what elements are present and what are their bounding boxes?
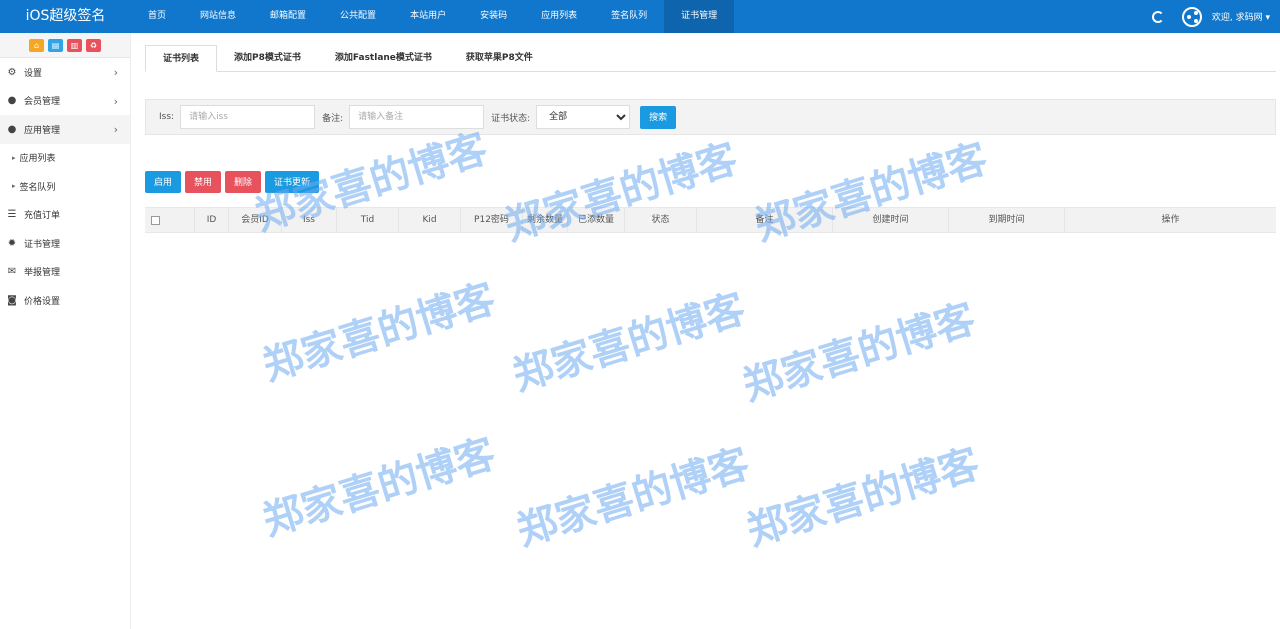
note-label: 备注: bbox=[322, 113, 344, 124]
table-header-cell: ID bbox=[195, 208, 229, 232]
note-input[interactable] bbox=[349, 105, 485, 129]
top-nav-item[interactable]: 签名队列 bbox=[594, 0, 664, 33]
enable-button[interactable]: 启用 bbox=[145, 171, 182, 193]
select-all-checkbox[interactable] bbox=[151, 216, 160, 225]
tab[interactable]: 获取苹果P8文件 bbox=[449, 45, 550, 71]
sidebar-item[interactable]: ⚙ 设置 › bbox=[0, 58, 130, 87]
top-nav-item[interactable]: 网站信息 bbox=[183, 0, 253, 33]
sidebar-item[interactable]: ✹ 证书管理 bbox=[0, 229, 130, 258]
table-header-cell: 创建时间 bbox=[833, 208, 949, 232]
file-icon[interactable]: ▤ bbox=[48, 38, 63, 52]
tab[interactable]: 添加Fastlane模式证书 bbox=[318, 45, 449, 71]
sidebar-item-label: 设置 bbox=[24, 68, 43, 79]
sidebar-item-label: 应用列表 bbox=[19, 154, 56, 165]
sidebar-item-label: 签名队列 bbox=[19, 182, 56, 193]
sidebar-item[interactable]: ☰ 充值订单 bbox=[0, 201, 130, 230]
table-header-cell: Tid bbox=[337, 208, 399, 232]
share-icon[interactable] bbox=[1181, 6, 1202, 27]
sidebar-item[interactable]: ● 应用管理 › bbox=[0, 115, 130, 144]
top-nav-item[interactable]: 应用列表 bbox=[524, 0, 594, 33]
tab[interactable]: 证书列表 bbox=[145, 45, 218, 72]
quick-buttons: ⌂ ▤ ▥ ♻ bbox=[0, 33, 130, 58]
watermark-text: 郑家喜的博客 bbox=[257, 275, 501, 390]
sidebar-item-label: 证书管理 bbox=[24, 239, 61, 250]
caret-right-icon: ▸ bbox=[12, 182, 16, 191]
tab[interactable]: 添加P8模式证书 bbox=[217, 45, 318, 71]
iss-input[interactable] bbox=[180, 105, 316, 129]
apple-icon: ● bbox=[7, 123, 17, 135]
sidebar-item[interactable]: ✉ 举报管理 bbox=[0, 258, 130, 287]
top-nav-item[interactable]: 公共配置 bbox=[323, 0, 393, 33]
status-label: 证书状态: bbox=[491, 113, 531, 124]
recycle-icon[interactable]: ♻ bbox=[86, 38, 101, 52]
chevron-right-icon: › bbox=[113, 123, 118, 136]
sidebar-item-label: 举报管理 bbox=[24, 268, 61, 279]
sidebar: ⌂ ▤ ▥ ♻ ⚙ 设置 › ● 会员管理 › ● 应用管理 › ▸ 应用列表 ▸ 签名队列 ☰ 充值订单 ✹ 证书管… bbox=[0, 33, 131, 629]
table-header-cell: 会员ID bbox=[229, 208, 282, 232]
table-header-cell: 备注 bbox=[697, 208, 833, 232]
trash-icon[interactable]: ▥ bbox=[67, 38, 82, 52]
search-panel: Iss: 备注: 证书状态: 全部 搜索 bbox=[145, 99, 1276, 135]
refresh-icon[interactable] bbox=[1151, 10, 1164, 23]
table-header-cell: 剩余数量 bbox=[523, 208, 568, 232]
caret-right-icon: ▸ bbox=[12, 153, 16, 162]
sidebar-item-label: 充值订单 bbox=[24, 211, 61, 222]
watermark-text: 郑家喜的博客 bbox=[257, 430, 501, 545]
user-welcome-dropdown[interactable]: 欢迎, 求码网 ▾ bbox=[1212, 10, 1270, 23]
top-nav-item[interactable]: 本站用户 bbox=[393, 0, 463, 33]
top-navbar: iOS超级签名 首页 网站信息 邮箱配置 公共配置 本站用户 安装码 应用列表 签名队列 证书管… bbox=[0, 0, 1280, 33]
top-nav: 首页 网站信息 邮箱配置 公共配置 本站用户 安装码 应用列表 签名队列 证书管理 bbox=[131, 0, 735, 33]
update-cert-button[interactable]: 证书更新 bbox=[265, 171, 320, 193]
action-toolbar: 启用 禁用 删除 证书更新 bbox=[145, 171, 1276, 193]
delete-button[interactable]: 删除 bbox=[225, 171, 262, 193]
sidebar-item-label: 应用管理 bbox=[24, 125, 61, 136]
main-content: 证书列表 添加P8模式证书 添加Fastlane模式证书 获取苹果P8文件 Iss: … bbox=[145, 33, 1276, 233]
watermark-text: 郑家喜的博客 bbox=[741, 440, 985, 555]
chevron-right-icon: › bbox=[113, 94, 118, 108]
cert-table-header: ID 会员ID Iss Tid Kid P12密码 剩余数量 已添数量 状态 备注 创建时间 到期时间… bbox=[145, 207, 1276, 233]
list-icon: ☰ bbox=[7, 209, 17, 221]
sidebar-item[interactable]: ▸ 应用列表 bbox=[0, 143, 130, 172]
disable-button[interactable]: 禁用 bbox=[185, 171, 222, 193]
table-header-cell: Iss bbox=[282, 208, 337, 232]
tab-bar: 证书列表 添加P8模式证书 添加Fastlane模式证书 获取苹果P8文件 bbox=[145, 33, 1276, 72]
chevron-right-icon: › bbox=[113, 66, 118, 79]
sidebar-item[interactable]: ◙ 价格设置 bbox=[0, 286, 130, 315]
watermark-text: 郑家喜的博客 bbox=[507, 285, 751, 400]
sidebar-item-label: 会员管理 bbox=[24, 97, 61, 108]
sidebar-menu: ⚙ 设置 › ● 会员管理 › ● 应用管理 › ▸ 应用列表 ▸ 签名队列 ☰ 充值订单 ✹ 证书管理 ✉ 举报管… bbox=[0, 58, 130, 315]
iss-label: Iss: bbox=[159, 112, 175, 122]
watermark-text: 郑家喜的博客 bbox=[511, 440, 755, 555]
sidebar-item[interactable]: ▸ 签名队列 bbox=[0, 172, 130, 201]
sidebar-item-label: 价格设置 bbox=[24, 296, 61, 307]
brand-logo[interactable]: iOS超级签名 bbox=[0, 0, 131, 33]
table-header-cell: Kid bbox=[399, 208, 461, 232]
table-header-cell: 状态 bbox=[625, 208, 697, 232]
status-select[interactable]: 全部 bbox=[536, 105, 631, 129]
table-header-cell: 到期时间 bbox=[949, 208, 1065, 232]
watermark-text: 郑家喜的博客 bbox=[737, 295, 981, 410]
top-right-area: 欢迎, 求码网 ▾ bbox=[1151, 0, 1270, 33]
search-button[interactable]: 搜索 bbox=[640, 105, 677, 129]
money-icon: ◙ bbox=[7, 294, 17, 306]
cert-icon: ✹ bbox=[7, 237, 17, 249]
sidebar-item[interactable]: ● 会员管理 › bbox=[0, 87, 130, 116]
gears-icon: ⚙ bbox=[7, 66, 17, 78]
top-nav-item[interactable]: 邮箱配置 bbox=[253, 0, 323, 33]
table-header-cell: 操作 bbox=[1161, 215, 1180, 225]
top-nav-item[interactable]: 首页 bbox=[131, 0, 183, 33]
user-icon: ● bbox=[7, 95, 17, 107]
envelope-icon: ✉ bbox=[7, 266, 17, 278]
home-icon[interactable]: ⌂ bbox=[29, 38, 44, 52]
top-nav-item[interactable]: 安装码 bbox=[463, 0, 524, 33]
top-nav-item[interactable]: 证书管理 bbox=[664, 0, 735, 33]
table-header-cell: P12密码 bbox=[461, 208, 523, 232]
select-all-header[interactable] bbox=[145, 208, 195, 232]
table-header-cell: 已添数量 bbox=[568, 208, 625, 232]
